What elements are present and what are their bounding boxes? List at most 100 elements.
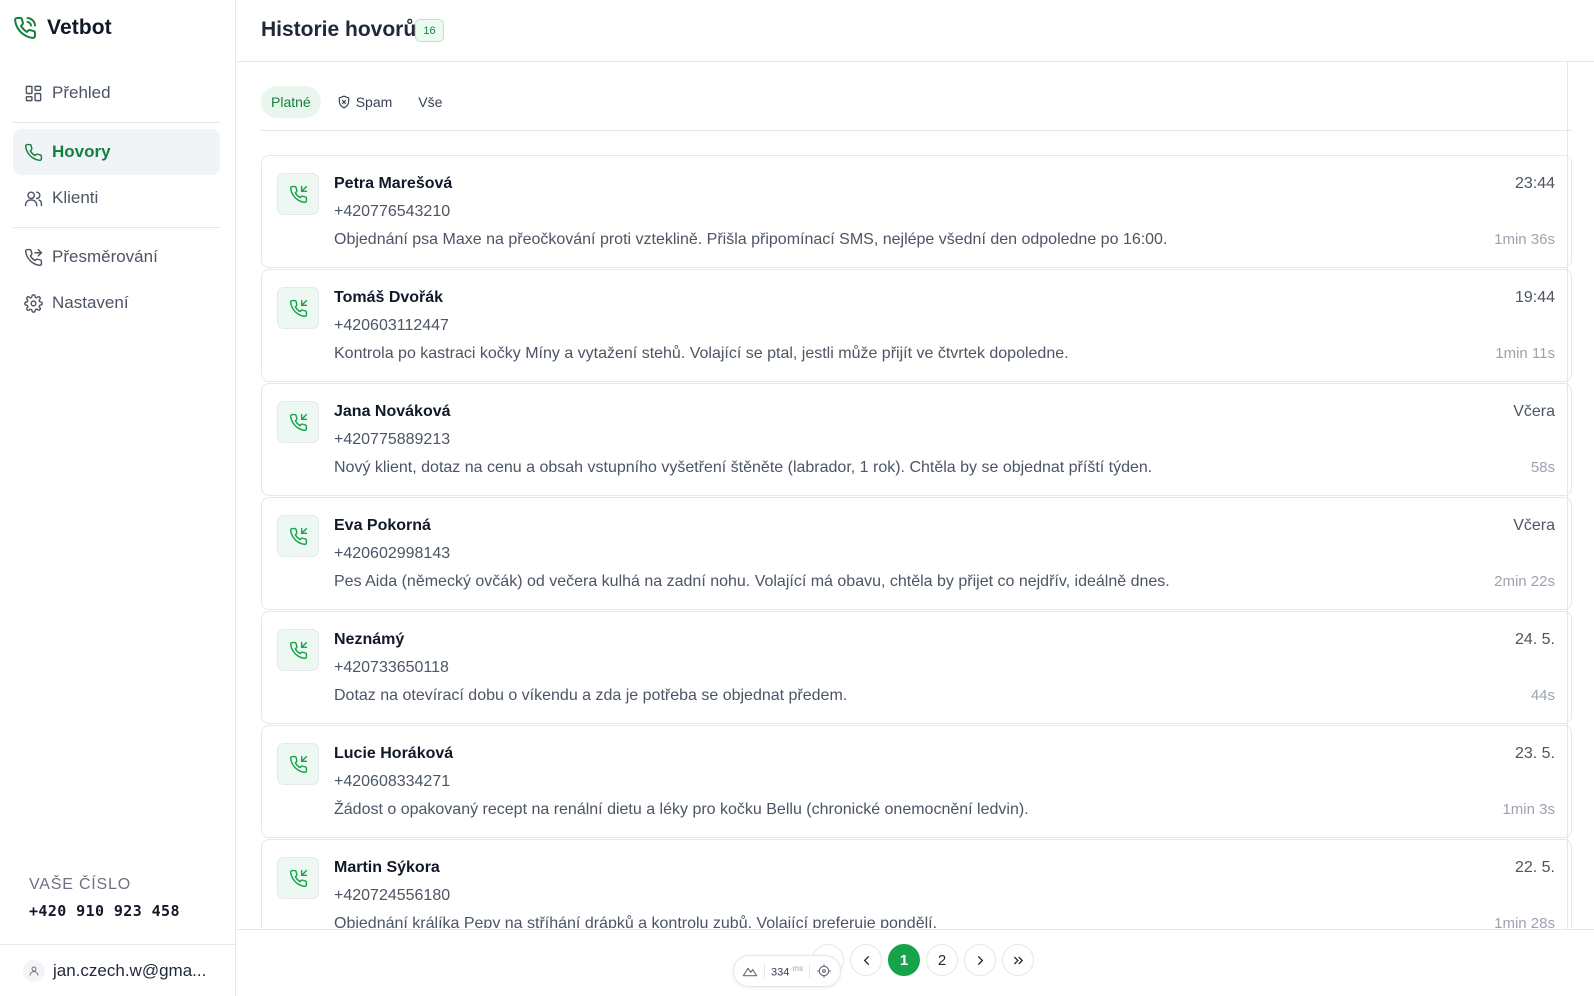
caller-phone: +420608334271: [334, 773, 451, 790]
call-time: Včera: [1513, 403, 1555, 420]
call-item[interactable]: Lucie Horáková +420608334271 Žádost o op…: [261, 725, 1572, 838]
call-item[interactable]: Neznámý +420733650118 Dotaz na otevírací…: [261, 611, 1572, 724]
nav-divider: [13, 227, 220, 228]
sidebar-item-nastaveni[interactable]: Nastavení: [13, 280, 220, 326]
sidebar-item-hovory[interactable]: Hovory: [13, 129, 220, 175]
tabs-divider: [261, 130, 1572, 131]
caller-phone: +420776543210: [334, 203, 451, 220]
phone-forward-icon: [24, 248, 43, 266]
call-summary: Žádost o opakovaný recept na renální die…: [334, 801, 1029, 818]
gear-icon: [24, 293, 43, 313]
page-title: Historie hovorů: [261, 18, 417, 41]
tab-label: Vše: [418, 94, 443, 110]
perf-widget[interactable]: 334 ms: [733, 955, 842, 987]
prev-page-button[interactable]: [850, 944, 882, 976]
perf-value: 334 ms: [771, 964, 803, 979]
call-duration: 1min 3s: [1502, 801, 1555, 818]
caller-name: Jana Nováková: [334, 403, 451, 420]
call-duration: 1min 36s: [1494, 231, 1555, 248]
last-page-button[interactable]: [1002, 944, 1034, 976]
tab-vse[interactable]: Vše: [408, 86, 452, 118]
caller-name: Petra Marešová: [334, 175, 453, 192]
tab-platne[interactable]: Platné: [261, 86, 321, 118]
call-duration: 44s: [1530, 687, 1555, 704]
user-divider: [0, 944, 236, 945]
sidebar-item-label: Hovory: [52, 142, 111, 161]
caller-phone: +420603112447: [334, 317, 449, 334]
call-time: 23. 5.: [1514, 745, 1555, 762]
caller-name: Martin Sýkora: [334, 859, 440, 876]
incoming-call-icon: [277, 287, 319, 329]
users-icon: [24, 190, 43, 206]
call-summary: Dotaz na otevírací dobu o víkendu a zda …: [334, 687, 848, 704]
sidebar-item-prehled[interactable]: Přehled: [13, 70, 220, 116]
user-email: jan.czech.w@gma...: [53, 961, 207, 980]
pagination-footer: 1 2: [237, 929, 1594, 996]
call-duration: 1min 28s: [1494, 915, 1555, 928]
page-2-button[interactable]: 2: [926, 944, 958, 976]
call-list: Petra Marešová +420776543210 Objednání p…: [261, 155, 1572, 928]
perf-number: 334: [771, 966, 790, 979]
scrollbar[interactable]: [1567, 62, 1568, 930]
shield-icon: [338, 95, 349, 109]
avatar: [23, 960, 45, 982]
incoming-call-icon: [277, 401, 319, 443]
sidebar-item-label: Přesměrování: [52, 247, 158, 266]
call-time: Včera: [1513, 517, 1555, 534]
chevron-left-icon: [863, 955, 869, 965]
page-header: Historie hovorů 16: [237, 0, 1594, 62]
your-number: VAŠE ČÍSLO +420 910 923 458: [29, 876, 180, 920]
sidebar-item-klienti[interactable]: Klienti: [13, 175, 220, 221]
page-1-button[interactable]: 1: [888, 944, 920, 976]
incoming-call-icon: [277, 857, 319, 899]
call-item[interactable]: Eva Pokorná +420602998143 Pes Aida (něme…: [261, 497, 1572, 610]
perf-unit: ms: [792, 963, 804, 973]
incoming-call-icon: [277, 629, 319, 671]
call-time: 23:44: [1514, 175, 1555, 192]
perf-divider: [809, 964, 811, 978]
call-time: 19:44: [1514, 289, 1555, 306]
sidebar: Vetbot Přehled Hovory Klienti Přesměrová…: [0, 0, 236, 996]
call-item[interactable]: Jana Nováková +420775889213 Nový klient,…: [261, 383, 1572, 496]
caller-name: Lucie Horáková: [334, 745, 454, 762]
call-item[interactable]: Petra Marešová +420776543210 Objednání p…: [261, 155, 1572, 268]
caller-phone: +420724556180: [334, 887, 451, 904]
caller-phone: +420775889213: [334, 431, 451, 448]
count-badge: 16: [415, 19, 444, 42]
tab-label: Platné: [271, 94, 311, 110]
call-summary: Pes Aida (německý ovčák) od večera kulhá…: [334, 573, 1170, 590]
call-time: 22. 5.: [1514, 859, 1555, 876]
call-time: 24. 5.: [1514, 631, 1555, 648]
incoming-call-icon: [277, 173, 319, 215]
incoming-call-icon: [277, 515, 319, 557]
mountain-icon: [742, 967, 758, 977]
call-duration: 58s: [1530, 459, 1555, 476]
pagination: 1 2: [812, 944, 1034, 976]
nav-divider: [13, 122, 220, 123]
your-number-label: VAŠE ČÍSLO: [29, 876, 131, 893]
sidebar-item-label: Klienti: [52, 188, 99, 207]
call-summary: Nový klient, dotaz na cenu a obsah vstup…: [334, 459, 1153, 476]
filter-tabs: Platné Spam Vše: [261, 86, 452, 118]
user-menu[interactable]: jan.czech.w@gma...: [23, 960, 206, 982]
next-page-button[interactable]: [964, 944, 996, 976]
caller-name: Neznámý: [334, 631, 405, 648]
call-item[interactable]: Martin Sýkora +420724556180 Objednání kr…: [261, 839, 1572, 928]
chevrons-right-icon: [1013, 956, 1023, 964]
tab-spam[interactable]: Spam: [327, 86, 403, 118]
target-icon: [817, 964, 831, 978]
sidebar-item-label: Nastavení: [52, 293, 129, 312]
caller-phone: +420602998143: [334, 545, 451, 562]
call-item[interactable]: Tomáš Dvořák +420603112447 Kontrola po k…: [261, 269, 1572, 382]
sidebar-item-presmerovani[interactable]: Přesměrování: [13, 234, 220, 280]
brand[interactable]: Vetbot: [13, 16, 112, 40]
call-summary: Objednání psa Maxe na přeočkování proti …: [334, 231, 1168, 248]
call-duration: 1min 11s: [1495, 345, 1555, 362]
caller-phone: +420733650118: [334, 659, 449, 676]
perf-divider: [764, 964, 765, 978]
call-summary: Objednání králíka Pepy na stříhání drápk…: [334, 915, 938, 928]
caller-name: Tomáš Dvořák: [334, 289, 444, 306]
call-duration: 2min 22s: [1494, 573, 1555, 590]
phone-icon: [13, 16, 37, 40]
tab-label: Spam: [355, 94, 393, 110]
